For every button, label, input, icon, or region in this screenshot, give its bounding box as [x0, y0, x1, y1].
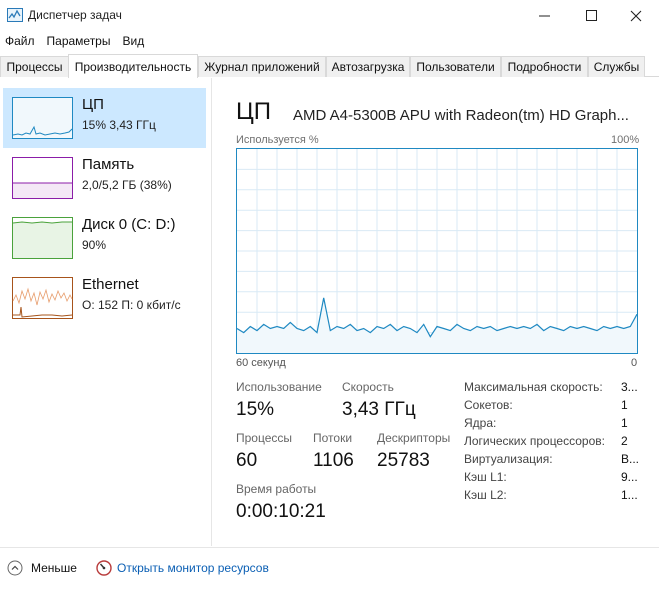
- tab-performance[interactable]: Производительность: [68, 54, 198, 78]
- resource-monitor-icon: [96, 560, 112, 576]
- tab-processes[interactable]: Процессы: [0, 56, 69, 77]
- spec-l1-value: 9...: [621, 470, 638, 484]
- processes-label: Процессы: [236, 431, 293, 445]
- close-icon: [630, 10, 642, 21]
- spec-l2-label: Кэш L2:: [464, 488, 507, 502]
- graph-zero-label: 0: [631, 357, 638, 369]
- sidebar-cpu-label: ЦП: [82, 96, 104, 113]
- speed-value: 3,43 ГГц: [342, 399, 416, 420]
- handles-label: Дескрипторы: [377, 431, 451, 445]
- ethernet-thumbnail-graph: [12, 277, 73, 319]
- speed-label: Скорость: [342, 380, 394, 394]
- handles-value: 25783: [377, 450, 430, 471]
- menu-file[interactable]: Файл: [0, 31, 42, 51]
- open-resource-monitor-link[interactable]: Открыть монитор ресурсов: [117, 561, 269, 575]
- sidebar-disk-value: 90%: [82, 238, 107, 252]
- sidebar-memory-value: 2,0/5,2 ГБ (38%): [82, 178, 172, 192]
- usage-label: Использование: [236, 380, 322, 394]
- sidebar-cpu-value: 15% 3,43 ГГц: [82, 118, 156, 132]
- sidebar-item-memory[interactable]: Память 2,0/5,2 ГБ (38%): [3, 148, 206, 208]
- maximize-icon: [585, 10, 597, 21]
- sidebar-item-disk[interactable]: Диск 0 (C: D:) 90%: [3, 208, 206, 268]
- tab-strip: Процессы Производительность Журнал прило…: [0, 54, 659, 78]
- menu-options[interactable]: Параметры: [42, 31, 118, 51]
- uptime-label: Время работы: [236, 482, 317, 496]
- cpu-thumbnail-graph: [12, 97, 73, 139]
- close-button[interactable]: [613, 0, 659, 31]
- spec-virtualization-label: Виртуализация:: [464, 452, 553, 466]
- page-title: ЦП: [236, 98, 272, 125]
- sidebar-disk-label: Диск 0 (C: D:): [82, 216, 176, 233]
- spec-max-speed-value: 3...: [621, 380, 638, 394]
- menu-bar: Файл Параметры Вид: [0, 31, 659, 51]
- sidebar-ethernet-label: Ethernet: [82, 276, 139, 293]
- menu-view[interactable]: Вид: [117, 31, 151, 51]
- maximize-button[interactable]: [568, 0, 614, 31]
- memory-thumbnail-graph: [12, 157, 73, 199]
- spec-cores-value: 1: [621, 416, 628, 430]
- disk-thumbnail-graph: [12, 217, 73, 259]
- graph-grid: [237, 149, 637, 353]
- minimize-button[interactable]: [521, 0, 567, 31]
- spec-virtualization-value: В...: [621, 452, 640, 466]
- spec-max-speed-label: Максимальная скорость:: [464, 380, 603, 394]
- tab-services[interactable]: Службы: [588, 56, 645, 77]
- sidebar-ethernet-value: О: 152 П: 0 кбит/с: [82, 298, 181, 312]
- graph-usage-label: Используется %: [236, 134, 319, 146]
- threads-label: Потоки: [313, 431, 353, 445]
- title-bar: Диспетчер задач: [0, 0, 659, 31]
- spec-logical-label: Логических процессоров:: [464, 434, 605, 448]
- threads-value: 1106: [313, 450, 354, 471]
- fewer-details-button[interactable]: Меньше: [31, 561, 77, 575]
- usage-value: 15%: [236, 399, 275, 420]
- sidebar-memory-label: Память: [82, 156, 135, 173]
- tab-startup[interactable]: Автозагрузка: [326, 56, 410, 77]
- sidebar-item-ethernet[interactable]: Ethernet О: 152 П: 0 кбит/с: [3, 268, 206, 328]
- cpu-usage-graph: [236, 148, 638, 354]
- sidebar-item-cpu[interactable]: ЦП 15% 3,43 ГГц: [3, 88, 206, 148]
- tab-details[interactable]: Подробности: [501, 56, 588, 77]
- spec-l2-value: 1...: [621, 488, 638, 502]
- spec-sockets-label: Сокетов:: [464, 398, 513, 412]
- tab-users[interactable]: Пользователи: [410, 56, 501, 77]
- processes-value: 60: [236, 450, 258, 471]
- minimize-icon: [538, 15, 550, 16]
- tab-app-history[interactable]: Журнал приложений: [198, 56, 326, 77]
- footer-bar: Меньше Открыть монитор ресурсов: [0, 547, 659, 593]
- spec-l1-label: Кэш L1:: [464, 470, 507, 484]
- collapse-icon[interactable]: [7, 560, 23, 576]
- window-title: Диспетчер задач: [28, 8, 122, 22]
- task-manager-icon: [7, 8, 23, 22]
- cpu-model-name: AMD A4-5300B APU with Radeon(tm) HD Grap…: [293, 107, 629, 124]
- uptime-value: 0:00:10:21: [236, 501, 326, 522]
- graph-time-label: 60 секунд: [236, 357, 286, 369]
- spec-logical-value: 2: [621, 434, 628, 448]
- spec-sockets-value: 1: [621, 398, 628, 412]
- graph-max-label: 100%: [611, 134, 640, 146]
- spec-cores-label: Ядра:: [464, 416, 497, 430]
- resource-sidebar: ЦП 15% 3,43 ГГц Память 2,0/5,2 ГБ (38%) …: [0, 78, 212, 546]
